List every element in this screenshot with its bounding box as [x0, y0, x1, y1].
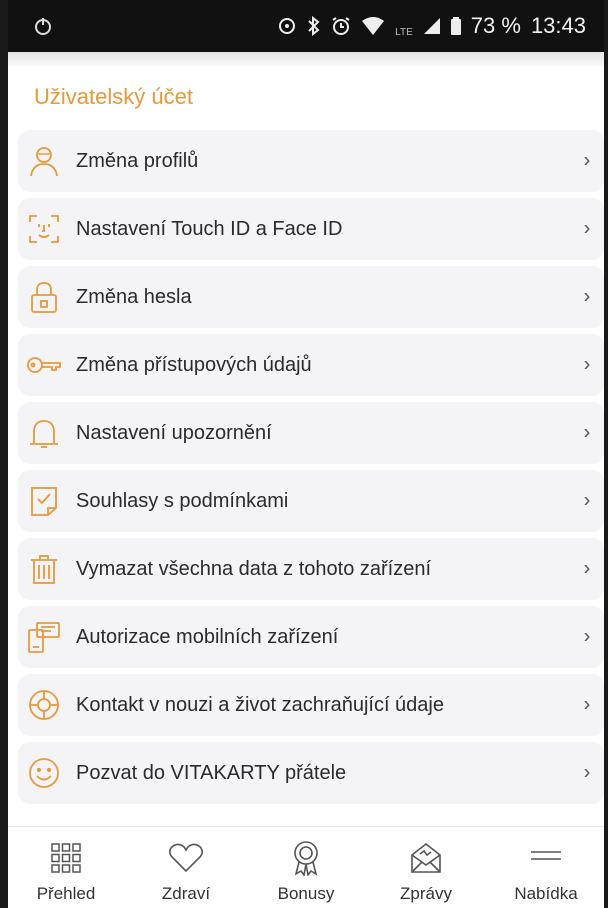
- menu-item-label: Změna přístupových údajů: [76, 353, 312, 376]
- menu-item-emergency-contact[interactable]: Kontakt v nouzi a život zachraňující úda…: [18, 674, 604, 736]
- chevron-right-icon: ›: [583, 421, 591, 444]
- nav-label: Přehled: [36, 884, 96, 903]
- app-notification-icon: [32, 15, 54, 37]
- clock: 13:43: [530, 13, 586, 38]
- nav-tab-health[interactable]: Zdraví: [134, 830, 238, 908]
- checked-document-icon: [24, 481, 64, 521]
- nav-tab-messages[interactable]: Zprávy: [374, 830, 478, 908]
- nav-tab-overview[interactable]: Přehled: [14, 830, 118, 908]
- nav-tab-bonuses[interactable]: Bonusy: [254, 830, 358, 908]
- trash-icon: [24, 549, 64, 589]
- menu-item-device-authorization[interactable]: Autorizace mobilních zařízení ›: [18, 606, 604, 668]
- menu-item-change-profile[interactable]: Změna profilů ›: [18, 130, 604, 192]
- chevron-right-icon: ›: [583, 285, 591, 308]
- menu-item-label: Kontakt v nouzi a život zachraňující úda…: [76, 693, 444, 716]
- chevron-right-icon: ›: [583, 761, 591, 784]
- heart-icon: [168, 840, 204, 876]
- smiley-icon: [24, 753, 64, 793]
- award-icon: [290, 840, 322, 876]
- menu-item-notification-settings[interactable]: Nastavení upozornění ›: [18, 402, 604, 464]
- battery-icon: [450, 17, 461, 35]
- menu-item-invite-friends[interactable]: Pozvat do VITAKARTY přátele ›: [18, 742, 604, 804]
- menu-item-label: Autorizace mobilních zařízení: [76, 625, 339, 648]
- nav-label: Zprávy: [400, 884, 452, 903]
- bottom-navigation: Přehled Zdraví Bonusy Zprávy Nabídka: [8, 830, 604, 908]
- bell-icon: [24, 413, 64, 453]
- hamburger-icon: [529, 840, 563, 876]
- envelope-icon: [409, 840, 443, 876]
- lock-icon: [24, 277, 64, 317]
- face-id-icon: [24, 209, 64, 249]
- wifi-icon: [361, 16, 385, 36]
- nav-label: Zdraví: [161, 884, 211, 903]
- lifebuoy-icon: [24, 685, 64, 725]
- bottom-nav-divider: [8, 826, 604, 827]
- settings-menu: Změna profilů › Nastavení Touch ID a Fac…: [18, 130, 604, 810]
- menu-item-touch-face-id[interactable]: Nastavení Touch ID a Face ID ›: [18, 198, 604, 260]
- header-shadow: [8, 52, 604, 66]
- menu-item-label: Změna profilů: [76, 149, 199, 172]
- menu-item-label: Nastavení upozornění: [76, 421, 272, 444]
- menu-item-label: Souhlasy s podmínkami: [76, 489, 289, 512]
- grid-icon: [49, 840, 83, 876]
- menu-item-change-password[interactable]: Změna hesla ›: [18, 266, 604, 328]
- battery-percent: 73 %: [470, 13, 521, 38]
- menu-item-label: Vymazat všechna data z tohoto zařízení: [76, 557, 432, 580]
- chevron-right-icon: ›: [583, 489, 591, 512]
- alarm-icon: [331, 16, 351, 36]
- sync-icon: [277, 16, 297, 36]
- device-frame-left: [0, 0, 8, 908]
- menu-item-delete-data[interactable]: Vymazat všechna data z tohoto zařízení ›: [18, 538, 604, 600]
- nav-label: Bonusy: [277, 884, 335, 903]
- section-title: Uživatelský účet: [34, 84, 193, 109]
- chevron-right-icon: ›: [583, 693, 591, 716]
- key-icon: [24, 345, 64, 385]
- menu-item-label: Nastavení Touch ID a Face ID: [76, 217, 343, 240]
- menu-item-consents[interactable]: Souhlasy s podmínkami ›: [18, 470, 604, 532]
- device-frame-right: [604, 0, 608, 908]
- chevron-right-icon: ›: [583, 149, 591, 172]
- chevron-right-icon: ›: [583, 557, 591, 580]
- chevron-right-icon: ›: [583, 353, 591, 376]
- chevron-right-icon: ›: [583, 217, 591, 240]
- menu-item-change-credentials[interactable]: Změna přístupových údajů ›: [18, 334, 604, 396]
- bluetooth-icon: [307, 16, 321, 36]
- devices-icon: [24, 617, 64, 657]
- chevron-right-icon: ›: [583, 625, 591, 648]
- menu-item-label: Pozvat do VITAKARTY přátele: [76, 761, 347, 784]
- profile-icon: [24, 141, 64, 181]
- nav-tab-menu[interactable]: Nabídka: [494, 830, 598, 908]
- signal-icon: [423, 17, 441, 35]
- lte-icon: LTE: [395, 27, 413, 38]
- menu-item-label: Změna hesla: [76, 285, 192, 308]
- nav-label: Nabídka: [514, 884, 578, 903]
- status-bar: LTE 73 % 13:43: [8, 0, 604, 52]
